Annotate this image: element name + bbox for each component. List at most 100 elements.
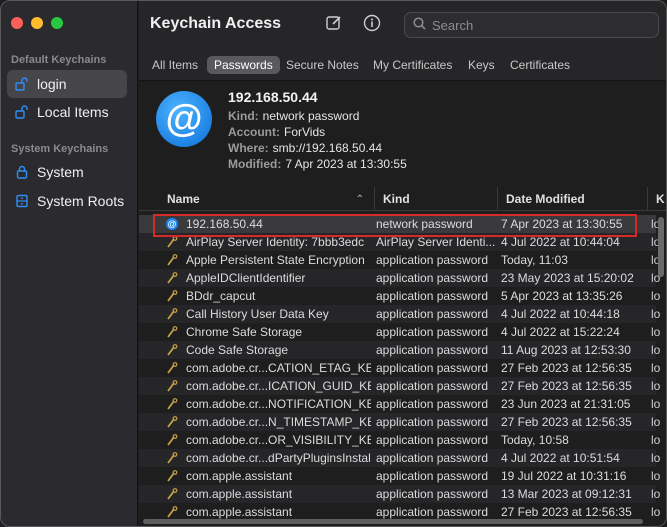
compose-button[interactable]: [323, 13, 345, 35]
tab-passwords[interactable]: Passwords: [207, 56, 280, 74]
cell-keychain: lo: [651, 487, 661, 501]
tab-certificates[interactable]: Certificates: [503, 56, 577, 74]
items-table: Name ⌃ Kind Date Modified K @192.168.50.…: [139, 187, 666, 526]
zoom-window-button[interactable]: [51, 17, 63, 29]
table-row[interactable]: com.adobe.cr...CATION_ETAG_KEY applicatio…: [139, 359, 660, 377]
vertical-scrollbar[interactable]: [658, 217, 664, 277]
cell-keychain: lo: [651, 361, 661, 375]
cell-name: BDdr_capcut: [186, 289, 256, 303]
column-header-keychain[interactable]: K: [647, 187, 666, 211]
key-icon: [166, 434, 178, 446]
cell-kind: application password: [376, 361, 489, 375]
cell-date-modified: 23 Jun 2023 at 21:31:05: [501, 397, 631, 411]
detail-account: Account: ForVids: [228, 125, 326, 139]
column-header-kind[interactable]: Kind: [374, 187, 497, 211]
cell-name: Code Safe Storage: [186, 343, 289, 357]
window-controls: [11, 17, 63, 29]
tab-my-certificates[interactable]: My Certificates: [366, 56, 459, 74]
column-header-date-modified[interactable]: Date Modified: [497, 187, 647, 211]
table-row[interactable]: Code Safe Storage application password 11 …: [139, 341, 660, 359]
table-row[interactable]: Apple Persistent State Encryption applica…: [139, 251, 660, 269]
sidebar-item-label: System: [37, 164, 84, 180]
table-row[interactable]: com.adobe.cr...ICATION_GUID_KEY applicati…: [139, 377, 660, 395]
key-icon: [166, 470, 178, 482]
cell-date-modified: 23 May 2023 at 15:20:02: [501, 271, 634, 285]
cell-keychain: lo: [651, 433, 661, 447]
cell-name: com.adobe.cr...NOTIFICATION_KEY: [186, 397, 371, 411]
minimize-window-button[interactable]: [31, 17, 43, 29]
table-row[interactable]: Chrome Safe Storage application password 4…: [139, 323, 660, 341]
sidebar-section-default: Default Keychains: [11, 54, 107, 66]
cell-name: com.apple.assistant: [186, 487, 293, 501]
cell-date-modified: 27 Feb 2023 at 12:56:35: [501, 505, 632, 519]
cell-name: com.apple.assistant: [186, 505, 293, 519]
sidebar: Default Keychains login Local Items Syst…: [1, 1, 138, 526]
key-icon: [166, 308, 178, 320]
unlock-icon: [15, 105, 29, 119]
cell-name: AirPlay Server Identity: 7bbb3edc: [186, 235, 365, 249]
cell-kind: application password: [376, 343, 489, 357]
cell-keychain: lo: [651, 415, 661, 429]
cell-keychain: lo: [651, 397, 661, 411]
tab-all-items[interactable]: All Items: [145, 56, 205, 74]
table-row[interactable]: com.adobe.cr...OR_VISIBILITY_KEY applicat…: [139, 431, 660, 449]
cell-kind: application password: [376, 451, 489, 465]
detail-modified: Modified: 7 Apr 2023 at 13:30:55: [228, 157, 407, 171]
key-icon: [166, 380, 178, 392]
sidebar-item-label: login: [37, 76, 67, 92]
cell-date-modified: 7 Apr 2023 at 13:30:55: [501, 217, 623, 231]
key-icon: [166, 398, 178, 410]
cell-kind: application password: [376, 487, 489, 501]
sidebar-item-local-items[interactable]: Local Items: [7, 98, 127, 126]
search-field[interactable]: [404, 12, 659, 38]
table-row[interactable]: AirPlay Server Identity: 7bbb3edc AirPlay…: [139, 233, 660, 251]
table-rows: @192.168.50.44 network password 7 Apr 2023…: [139, 215, 660, 521]
cabinet-icon: [15, 194, 29, 208]
cell-kind: application password: [376, 505, 489, 519]
table-row[interactable]: com.apple.assistant application password 1…: [139, 485, 660, 503]
sidebar-item-system-roots[interactable]: System Roots: [7, 187, 127, 215]
cell-date-modified: 27 Feb 2023 at 12:56:35: [501, 361, 632, 375]
table-header: Name ⌃ Kind Date Modified K: [139, 187, 666, 211]
sort-ascending-icon: ⌃: [355, 193, 364, 205]
main-pane: Keychain Access All Items Passwords: [139, 1, 666, 526]
info-button[interactable]: [361, 13, 383, 35]
table-row[interactable]: AppleIDClientIdentifier application passw…: [139, 269, 660, 287]
cell-kind: application password: [376, 415, 489, 429]
cell-date-modified: 27 Feb 2023 at 12:56:35: [501, 415, 632, 429]
cell-name: 192.168.50.44: [186, 217, 263, 231]
cell-kind: application password: [376, 289, 489, 303]
cell-kind: application password: [376, 253, 489, 267]
search-icon: [413, 17, 426, 33]
table-row[interactable]: com.apple.assistant application password 1…: [139, 467, 660, 485]
table-row[interactable]: com.adobe.cr...dPartyPluginsInstall appli…: [139, 449, 660, 467]
lock-icon: [15, 165, 29, 179]
table-row[interactable]: Call History User Data Key application pa…: [139, 305, 660, 323]
key-icon: [166, 326, 178, 338]
column-header-name[interactable]: Name ⌃: [139, 187, 374, 211]
table-row[interactable]: @192.168.50.44 network password 7 Apr 2023…: [139, 215, 660, 233]
cell-date-modified: 4 Jul 2022 at 10:44:18: [501, 307, 620, 321]
close-window-button[interactable]: [11, 17, 23, 29]
tab-secure-notes[interactable]: Secure Notes: [279, 56, 366, 74]
horizontal-scrollbar[interactable]: [143, 519, 643, 524]
cell-kind: application password: [376, 433, 489, 447]
item-detail-panel: @ 192.168.50.44 Kind: network password Ac…: [139, 81, 666, 185]
sidebar-item-login[interactable]: login: [7, 70, 127, 98]
cell-keychain: lo: [651, 325, 661, 339]
tab-keys[interactable]: Keys: [461, 56, 502, 74]
table-row[interactable]: com.adobe.cr...NOTIFICATION_KEY applicati…: [139, 395, 660, 413]
sidebar-item-label: Local Items: [37, 104, 109, 120]
table-row[interactable]: BDdr_capcut application password 5 Apr 202…: [139, 287, 660, 305]
sidebar-item-system[interactable]: System: [7, 158, 127, 186]
cell-keychain: lo: [651, 451, 661, 465]
search-input[interactable]: [432, 17, 642, 33]
key-icon: [166, 254, 178, 266]
cell-name: com.adobe.cr...OR_VISIBILITY_KEY: [186, 433, 371, 447]
at-icon: @: [166, 218, 178, 230]
cell-name: com.adobe.cr...CATION_ETAG_KEY: [186, 361, 371, 375]
info-icon: [363, 14, 381, 35]
network-at-icon: @: [156, 91, 212, 147]
table-row[interactable]: com.adobe.cr...N_TIMESTAMP_KEY applicatio…: [139, 413, 660, 431]
cell-name: Call History User Data Key: [186, 307, 329, 321]
